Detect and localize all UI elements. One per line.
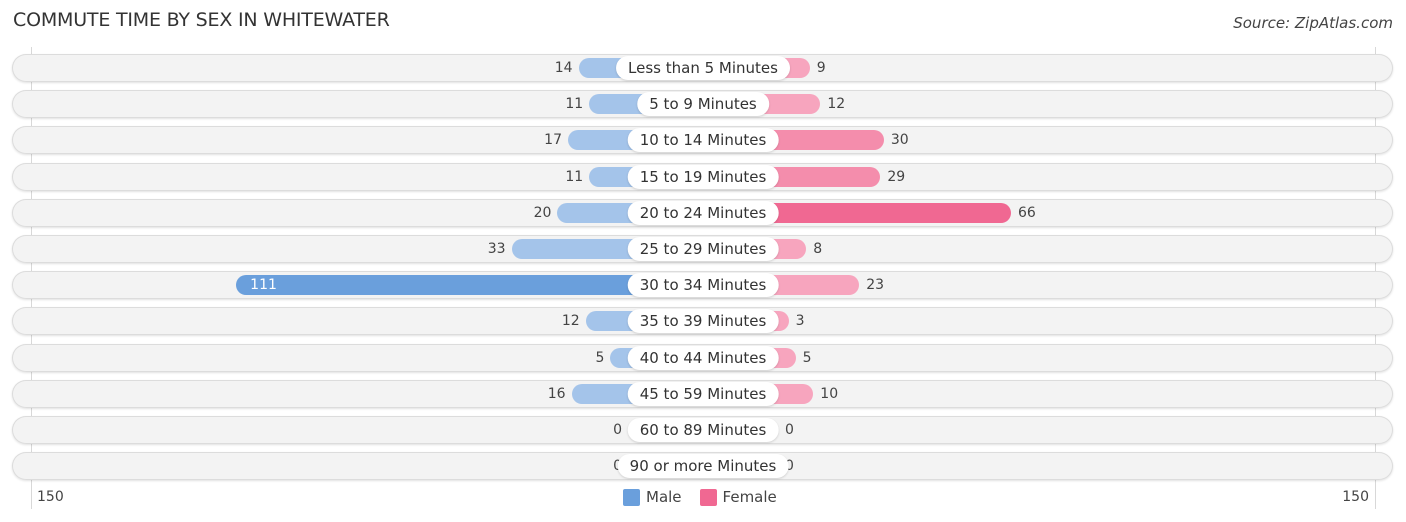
category-label: Less than 5 Minutes [616,56,790,80]
category-label: 5 to 9 Minutes [637,92,769,117]
category-label: 25 to 29 Minutes [627,237,779,261]
value-male: 17 [544,132,562,149]
value-male: 12 [561,313,580,330]
legend-label-male: Male [646,488,682,506]
category-label: 45 to 59 Minutes [627,381,779,406]
value-female: 23 [866,277,885,294]
value-male: 111 [250,277,277,294]
value-female: 10 [820,385,839,402]
category-label: 15 to 19 Minutes [627,164,779,189]
source-credit: Source: ZipAtlas.com [1233,14,1393,32]
value-male: 16 [547,385,566,402]
value-female: 12 [827,96,846,113]
value-female: 30 [890,132,909,149]
category-label: 35 to 39 Minutes [627,309,779,334]
category-label: 10 to 14 Minutes [627,128,779,153]
value-male: 5 [595,349,605,366]
value-female: 8 [813,241,823,257]
legend-swatch-female [699,488,717,506]
value-male: 0 [613,422,622,438]
category-label: 30 to 34 Minutes [627,273,779,298]
value-female: 66 [1017,204,1036,221]
category-label: 60 to 89 Minutes [627,418,779,442]
category-label: 20 to 24 Minutes [627,200,779,225]
value-female: 29 [887,168,906,185]
value-male: 20 [533,204,552,221]
value-male: 11 [565,168,584,185]
legend-swatch-male [623,488,640,506]
value-female: 5 [802,349,812,366]
legend: Male Female [623,488,777,506]
legend-label-female: Female [722,488,777,506]
axis-label-right: 150 [1342,489,1369,505]
chart-title: COMMUTE TIME BY SEX IN WHITEWATER [13,9,390,31]
value-male: 14 [554,60,573,76]
value-female: 9 [816,60,826,76]
category-label: 90 or more Minutes [617,454,789,479]
axis-label-left: 150 [37,489,64,505]
value-female: 0 [785,422,794,438]
value-male: 11 [565,96,584,113]
value-female: 3 [795,313,805,330]
category-label: 40 to 44 Minutes [627,345,779,370]
value-male: 33 [487,241,506,257]
